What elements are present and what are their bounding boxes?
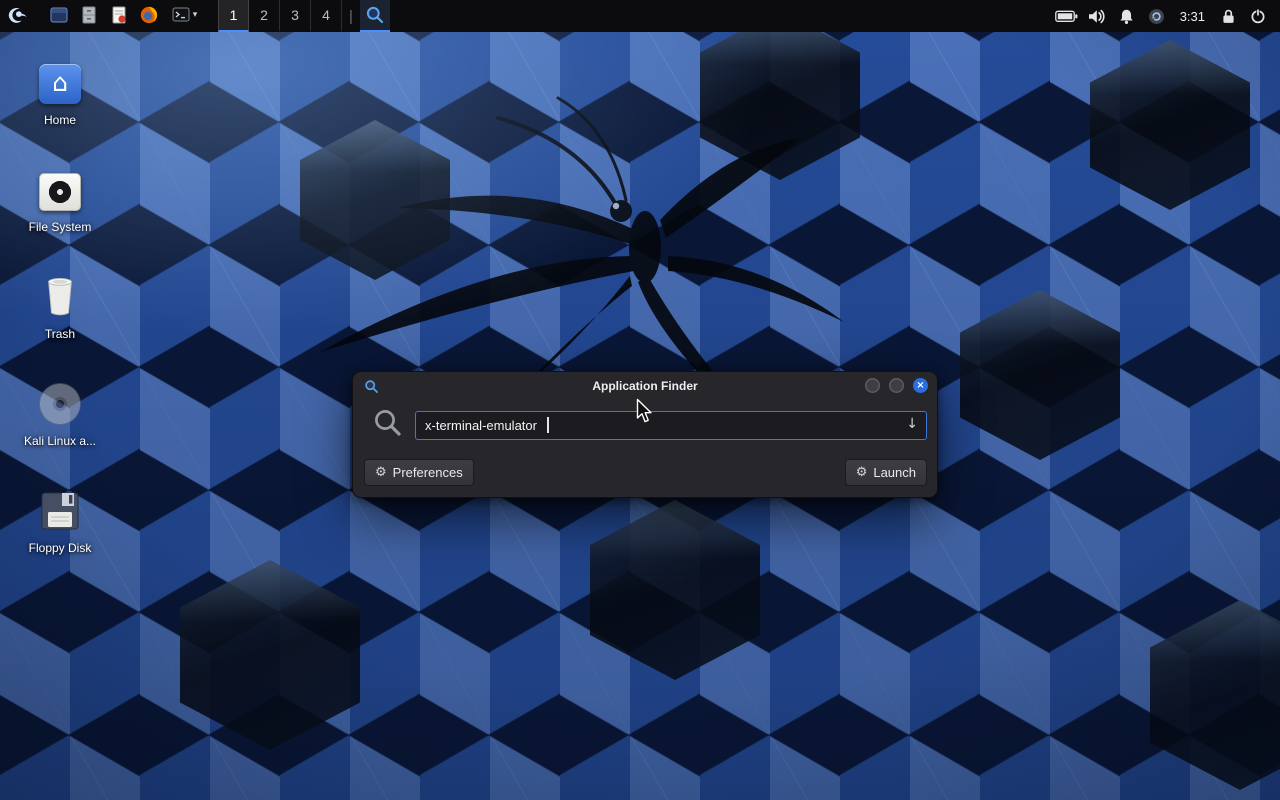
- top-panel: ▾ 1 2 3 4 |: [0, 0, 1280, 32]
- house-icon: ⌂: [52, 70, 68, 95]
- search-icon: [372, 407, 403, 443]
- search-input[interactable]: x-terminal-emulator ↓: [415, 411, 927, 440]
- workspace-3[interactable]: 3: [280, 0, 311, 32]
- firefox-icon: [139, 5, 159, 25]
- trash-bin-icon: [43, 274, 77, 318]
- launch-button[interactable]: ⚙ Launch: [845, 459, 927, 486]
- titlebar[interactable]: Application Finder ×: [353, 372, 937, 400]
- volume-icon[interactable]: [1083, 0, 1111, 32]
- appfinder-taskbar-button[interactable]: [360, 0, 390, 32]
- preferences-button[interactable]: ⚙ Preferences: [364, 459, 474, 486]
- text-editor-button[interactable]: [104, 0, 134, 32]
- dialog-footer: ⚙ Preferences ⚙ Launch: [364, 459, 927, 486]
- desktop-icon-list: ⌂ Home File System Trash: [4, 52, 116, 587]
- firefox-button[interactable]: [134, 0, 164, 32]
- launch-gear-icon: ⚙: [856, 466, 868, 479]
- desktop-icon-label: Kali Linux a...: [24, 434, 96, 448]
- desktop-icon-label: Trash: [45, 327, 75, 341]
- desktop-icon-label: Floppy Disk: [29, 541, 92, 555]
- taskbar-window-button[interactable]: [44, 0, 74, 32]
- workspace-1[interactable]: 1: [218, 0, 249, 32]
- desktop-screen: ▾ 1 2 3 4 |: [0, 0, 1280, 800]
- preferences-label: Preferences: [393, 465, 463, 480]
- hard-drive-icon: [39, 173, 81, 211]
- workspace-4[interactable]: 4: [311, 0, 342, 32]
- gear-icon: ⚙: [375, 466, 387, 479]
- battery-icon[interactable]: [1053, 0, 1081, 32]
- workspace-switcher: 1 2 3 4: [218, 0, 342, 32]
- clock[interactable]: 3:31: [1173, 0, 1212, 32]
- chevron-down-icon: ▾: [193, 10, 198, 20]
- window-title: Application Finder: [353, 379, 937, 393]
- mouse-cursor: [636, 398, 655, 425]
- desktop-icon-file-system[interactable]: File System: [4, 159, 116, 266]
- search-input-value: x-terminal-emulator: [425, 418, 537, 433]
- window-icon: [49, 5, 69, 25]
- file-cabinet-icon: [79, 5, 99, 25]
- minimize-button[interactable]: [865, 378, 880, 393]
- text-caret: [547, 417, 549, 433]
- window-buttons: ×: [865, 378, 928, 393]
- maximize-button[interactable]: [889, 378, 904, 393]
- lock-icon[interactable]: [1214, 0, 1242, 32]
- file-manager-button[interactable]: [74, 0, 104, 32]
- launch-label: Launch: [873, 465, 916, 480]
- terminal-icon: [171, 5, 191, 25]
- floppy-disk-icon: [40, 490, 80, 532]
- power-icon[interactable]: [1244, 0, 1272, 32]
- panel-left: ▾ 1 2 3 4 |: [0, 0, 390, 32]
- desktop-icon-home[interactable]: ⌂ Home: [4, 52, 116, 159]
- desktop-icon-floppy[interactable]: Floppy Disk: [4, 480, 116, 587]
- kali-logo-icon: [6, 4, 28, 26]
- home-folder-icon: ⌂: [39, 64, 81, 104]
- panel-tray: 3:31: [1053, 0, 1280, 32]
- kali-menu-button[interactable]: [0, 0, 34, 32]
- update-status-icon[interactable]: [1143, 0, 1171, 32]
- notification-bell-icon[interactable]: [1113, 0, 1141, 32]
- application-finder-window: Application Finder × x-terminal-emulator…: [352, 371, 938, 498]
- desktop-icon-label: File System: [29, 220, 92, 234]
- panel-separator: |: [349, 0, 353, 32]
- cd-disc-icon: [39, 383, 81, 425]
- workspace-2[interactable]: 2: [249, 0, 280, 32]
- desktop-icon-kali-cd[interactable]: Kali Linux a...: [4, 373, 116, 480]
- desktop-icon-label: Home: [44, 113, 76, 127]
- dropdown-arrow-icon[interactable]: ↓: [906, 417, 918, 431]
- close-button[interactable]: ×: [913, 378, 928, 393]
- terminal-dropdown-button[interactable]: ▾: [164, 0, 204, 32]
- document-icon: [109, 5, 129, 25]
- search-app-icon: [365, 5, 385, 25]
- desktop-icon-trash[interactable]: Trash: [4, 266, 116, 373]
